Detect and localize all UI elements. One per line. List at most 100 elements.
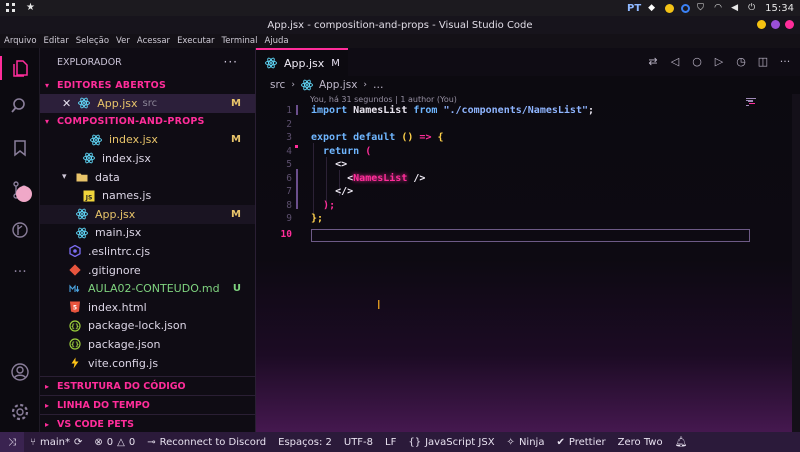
- project-section[interactable]: ▾ COMPOSITION-AND-PROPS: [40, 113, 255, 131]
- menu-executar[interactable]: Executar: [177, 36, 214, 46]
- wifi-icon[interactable]: ◠: [714, 3, 724, 13]
- chevron-right-icon: ›: [291, 80, 295, 90]
- explorer-activity[interactable]: [0, 56, 40, 80]
- compare-changes-icon[interactable]: ⇄: [646, 54, 660, 68]
- menu-arquivo[interactable]: Arquivo: [4, 36, 37, 46]
- menu-ver[interactable]: Ver: [116, 36, 130, 46]
- close-icon[interactable]: ✕: [62, 97, 71, 110]
- file-item[interactable]: AULA02-CONTEUDO.md U: [40, 279, 255, 298]
- notifications-indicator[interactable]: 🔔︎: [669, 437, 694, 448]
- more-actions-icon[interactable]: ···: [778, 54, 792, 68]
- breadcrumb-symbol[interactable]: …: [373, 79, 384, 91]
- go-back-icon[interactable]: ◁: [668, 54, 682, 68]
- indentation-indicator[interactable]: Espaços: 2: [272, 437, 338, 448]
- breadcrumb-file[interactable]: App.jsx: [319, 79, 357, 91]
- prettier-indicator[interactable]: ✔ Prettier: [550, 437, 611, 448]
- menu-editar[interactable]: Editar: [44, 36, 69, 46]
- file-item[interactable]: {} package-lock.json: [40, 317, 255, 336]
- clock[interactable]: 15:34: [765, 3, 794, 14]
- dropbox-icon[interactable]: ◆: [648, 3, 658, 13]
- timeline-icon[interactable]: ◷: [734, 54, 748, 68]
- git-status-badge: M: [231, 208, 241, 220]
- file-name: names.js: [102, 189, 152, 203]
- code-line: <NamesList />: [347, 172, 426, 184]
- accounts-activity[interactable]: [8, 360, 32, 384]
- apps-grid-icon[interactable]: [6, 3, 16, 13]
- close-button[interactable]: [785, 20, 794, 29]
- problems-indicator[interactable]: ⊗ 0 △ 0: [88, 437, 141, 448]
- scrollbar[interactable]: [792, 94, 800, 434]
- file-item[interactable]: main.jsx: [40, 224, 255, 243]
- file-name: AULA02-CONTEUDO.md: [88, 282, 220, 296]
- breadcrumb: src › App.jsx › …: [256, 76, 800, 94]
- pet-avatar-icon[interactable]: [16, 186, 32, 202]
- file-name: index.html: [88, 300, 147, 314]
- file-name: vite.config.js: [88, 356, 159, 370]
- outline-section[interactable]: ▸ ESTRUTURA DO CÓDIGO: [40, 376, 256, 395]
- file-item[interactable]: index.jsx: [40, 149, 255, 168]
- split-editor-icon[interactable]: ◫: [756, 54, 770, 68]
- search-activity[interactable]: [8, 94, 32, 118]
- code-line: return (: [323, 145, 372, 157]
- dot-icon[interactable]: ○: [690, 54, 704, 68]
- keyboard-locale[interactable]: PT: [627, 3, 641, 14]
- go-forward-icon[interactable]: ▷: [712, 54, 726, 68]
- power-icon[interactable]: ⏻: [748, 3, 758, 13]
- code-line: </>: [335, 186, 354, 197]
- file-item[interactable]: index.jsx M: [40, 131, 255, 150]
- language-indicator[interactable]: {} JavaScript JSX: [402, 437, 500, 448]
- files-icon: [13, 60, 28, 77]
- vpn-icon[interactable]: [681, 3, 691, 13]
- open-editors-section[interactable]: ▾ EDITORES ABERTOS: [40, 76, 255, 94]
- file-item[interactable]: JS names.js: [40, 186, 255, 205]
- encoding-indicator[interactable]: UTF-8: [338, 437, 379, 448]
- menu-selecao[interactable]: Seleção: [76, 36, 109, 46]
- more-icon[interactable]: ···: [8, 260, 32, 284]
- pets-section[interactable]: ▸ VS CODE PETS: [40, 414, 256, 433]
- tab-modified-badge: M: [331, 57, 340, 69]
- open-editor-item[interactable]: ✕ App.jsx src M: [40, 94, 255, 113]
- star-icon[interactable]: ★: [26, 3, 36, 13]
- check-all-icon: ✔: [556, 436, 565, 448]
- sync-icon[interactable]: [665, 3, 675, 13]
- file-item[interactable]: App.jsx M: [40, 204, 255, 224]
- shield-icon[interactable]: ⛉: [697, 3, 707, 13]
- bookmarks-activity[interactable]: [8, 136, 32, 160]
- file-item[interactable]: {} package.json: [40, 335, 255, 354]
- tab-app-jsx[interactable]: App.jsx M: [256, 48, 348, 76]
- remote-indicator[interactable]: ⤨: [0, 432, 24, 452]
- branch-indicator[interactable]: ⑂ main* ⟳: [24, 437, 88, 448]
- file-item[interactable]: .gitignore: [40, 261, 255, 280]
- manage-activity[interactable]: [8, 400, 32, 424]
- minimize-button[interactable]: [757, 20, 766, 29]
- file-name: index.jsx: [102, 151, 151, 165]
- folder-item[interactable]: ▾ data: [40, 168, 255, 187]
- line-number: 5: [286, 159, 292, 170]
- discord-indicator[interactable]: ⊸ Reconnect to Discord: [141, 437, 272, 448]
- eol-indicator[interactable]: LF: [379, 437, 402, 448]
- react-icon: [90, 134, 102, 146]
- timeline-activity[interactable]: [8, 218, 32, 242]
- code-line: );: [323, 199, 336, 211]
- minimap[interactable]: [746, 96, 760, 106]
- file-item[interactable]: vite.config.js: [40, 354, 255, 373]
- ninja-indicator[interactable]: ✧ Ninja: [501, 437, 551, 448]
- more-actions-icon[interactable]: ···: [224, 55, 238, 69]
- volume-icon[interactable]: ◀: [731, 3, 741, 13]
- git-blame-annotation[interactable]: You, há 31 segundos | 1 author (You): [310, 95, 457, 104]
- menu-acessar[interactable]: Acessar: [137, 36, 170, 46]
- json-icon: {}: [69, 338, 81, 351]
- file-item[interactable]: 5 index.html: [40, 298, 255, 317]
- menu-terminal[interactable]: Terminal: [222, 36, 258, 46]
- chevron-down-icon: ▾: [45, 80, 50, 90]
- maximize-button[interactable]: [771, 20, 780, 29]
- vite-icon: [69, 357, 81, 369]
- timeline-section[interactable]: ▸ LINHA DO TEMPO: [40, 395, 256, 414]
- theme-indicator[interactable]: Zero Two: [612, 437, 669, 448]
- sync-icon: ⟳: [74, 436, 83, 448]
- file-item[interactable]: .eslintrc.cjs: [40, 242, 255, 261]
- menu-ajuda[interactable]: Ajuda: [264, 36, 288, 46]
- breadcrumb-folder[interactable]: src: [270, 79, 285, 91]
- git-graph-icon: [12, 222, 28, 238]
- svg-text:JS: JS: [85, 194, 93, 201]
